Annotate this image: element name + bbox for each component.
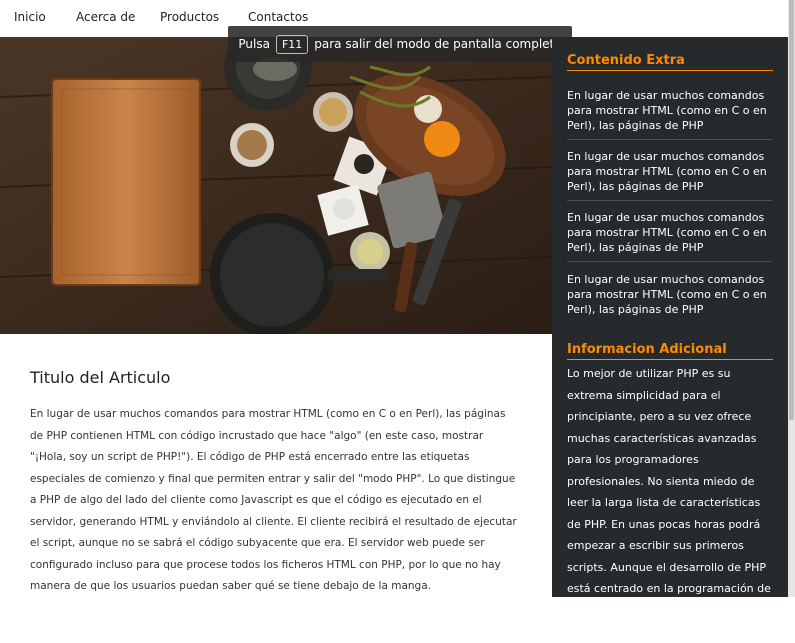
sidebar-extra-title: Contenido Extra: [567, 53, 773, 71]
f11-key-badge: F11: [275, 34, 309, 54]
sidebar-extra-item[interactable]: En lugar de usar muchos comandos para mo…: [567, 88, 772, 140]
sidebar-extra-item[interactable]: En lugar de usar muchos comandos para mo…: [567, 272, 772, 323]
scrollbar-thumb[interactable]: [789, 0, 794, 420]
nav-link-acerca-de[interactable]: Acerca de: [76, 10, 135, 24]
nav-link-productos[interactable]: Productos: [160, 10, 219, 24]
article-body: En lugar de usar muchos comandos para mo…: [30, 408, 517, 592]
article-title: Titulo del Articulo: [30, 368, 171, 387]
fullscreen-notice: Pulsa F11 para salir del modo de pantall…: [228, 26, 572, 62]
article: Titulo del Articulo En lugar de usar muc…: [0, 334, 552, 597]
sidebar-info-text: Lo mejor de utilizar PHP es su extrema s…: [567, 367, 771, 638]
sidebar-info-title: Informacion Adicional: [567, 342, 773, 360]
fullscreen-notice-suffix: para salir del modo de pantalla completa: [314, 37, 562, 51]
nav-link-contactos[interactable]: Contactos: [248, 10, 308, 24]
sidebar-extra-item[interactable]: En lugar de usar muchos comandos para mo…: [567, 149, 772, 201]
nav-link-inicio[interactable]: Inicio: [14, 10, 46, 24]
sidebar-extra-item[interactable]: En lugar de usar muchos comandos para mo…: [567, 210, 772, 262]
hero-image: [0, 37, 552, 334]
fullscreen-notice-prefix: Pulsa: [238, 37, 270, 51]
sidebar: Contenido Extra En lugar de usar muchos …: [552, 37, 795, 638]
